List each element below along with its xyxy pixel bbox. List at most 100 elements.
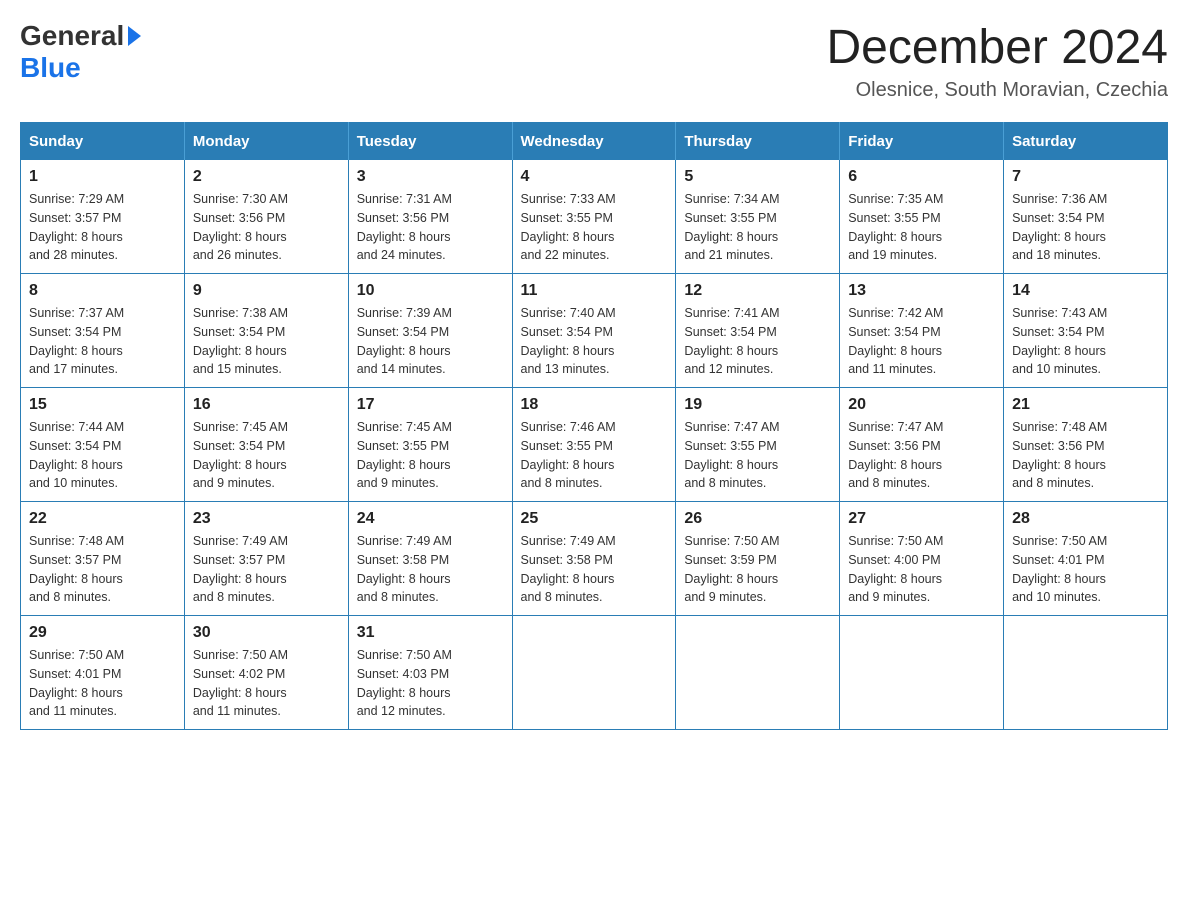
day-info: Sunrise: 7:29 AM Sunset: 3:57 PM Dayligh… [29,190,176,265]
day-number: 7 [1012,168,1159,186]
calendar-day-cell: 16 Sunrise: 7:45 AM Sunset: 3:54 PM Dayl… [184,388,348,502]
day-info: Sunrise: 7:47 AM Sunset: 3:56 PM Dayligh… [848,418,995,493]
logo-blue-text: Blue [20,52,81,84]
month-title: December 2024 [826,20,1168,75]
day-info: Sunrise: 7:45 AM Sunset: 3:54 PM Dayligh… [193,418,340,493]
day-of-week-header: Friday [840,123,1004,161]
title-block: December 2024 Olesnice, South Moravian, … [826,20,1168,102]
calendar-day-cell: 8 Sunrise: 7:37 AM Sunset: 3:54 PM Dayli… [21,274,185,388]
day-info: Sunrise: 7:41 AM Sunset: 3:54 PM Dayligh… [684,304,831,379]
calendar-day-cell: 31 Sunrise: 7:50 AM Sunset: 4:03 PM Dayl… [348,616,512,730]
day-info: Sunrise: 7:39 AM Sunset: 3:54 PM Dayligh… [357,304,504,379]
day-info: Sunrise: 7:30 AM Sunset: 3:56 PM Dayligh… [193,190,340,265]
calendar-day-cell: 12 Sunrise: 7:41 AM Sunset: 3:54 PM Dayl… [676,274,840,388]
day-number: 22 [29,510,176,528]
calendar-day-cell: 22 Sunrise: 7:48 AM Sunset: 3:57 PM Dayl… [21,502,185,616]
calendar-day-cell: 17 Sunrise: 7:45 AM Sunset: 3:55 PM Dayl… [348,388,512,502]
logo-general-text: General [20,20,124,52]
day-info: Sunrise: 7:50 AM Sunset: 4:03 PM Dayligh… [357,646,504,721]
day-number: 16 [193,396,340,414]
day-info: Sunrise: 7:49 AM Sunset: 3:58 PM Dayligh… [521,532,668,607]
calendar-header-row: SundayMondayTuesdayWednesdayThursdayFrid… [21,123,1168,161]
calendar-day-cell: 19 Sunrise: 7:47 AM Sunset: 3:55 PM Dayl… [676,388,840,502]
day-number: 30 [193,624,340,642]
calendar-week-row: 8 Sunrise: 7:37 AM Sunset: 3:54 PM Dayli… [21,274,1168,388]
day-number: 29 [29,624,176,642]
day-of-week-header: Thursday [676,123,840,161]
calendar-week-row: 22 Sunrise: 7:48 AM Sunset: 3:57 PM Dayl… [21,502,1168,616]
day-of-week-header: Sunday [21,123,185,161]
day-number: 18 [521,396,668,414]
day-info: Sunrise: 7:37 AM Sunset: 3:54 PM Dayligh… [29,304,176,379]
page-header: General Blue December 2024 Olesnice, Sou… [20,20,1168,102]
day-info: Sunrise: 7:46 AM Sunset: 3:55 PM Dayligh… [521,418,668,493]
day-number: 26 [684,510,831,528]
day-info: Sunrise: 7:47 AM Sunset: 3:55 PM Dayligh… [684,418,831,493]
calendar-day-cell: 23 Sunrise: 7:49 AM Sunset: 3:57 PM Dayl… [184,502,348,616]
day-info: Sunrise: 7:43 AM Sunset: 3:54 PM Dayligh… [1012,304,1159,379]
day-info: Sunrise: 7:49 AM Sunset: 3:58 PM Dayligh… [357,532,504,607]
day-info: Sunrise: 7:50 AM Sunset: 3:59 PM Dayligh… [684,532,831,607]
calendar-day-cell: 13 Sunrise: 7:42 AM Sunset: 3:54 PM Dayl… [840,274,1004,388]
day-info: Sunrise: 7:49 AM Sunset: 3:57 PM Dayligh… [193,532,340,607]
day-number: 11 [521,282,668,300]
day-number: 10 [357,282,504,300]
calendar-day-cell [676,616,840,730]
calendar-day-cell: 1 Sunrise: 7:29 AM Sunset: 3:57 PM Dayli… [21,160,185,274]
day-number: 1 [29,168,176,186]
day-number: 17 [357,396,504,414]
day-info: Sunrise: 7:48 AM Sunset: 3:57 PM Dayligh… [29,532,176,607]
calendar-day-cell: 5 Sunrise: 7:34 AM Sunset: 3:55 PM Dayli… [676,160,840,274]
day-info: Sunrise: 7:35 AM Sunset: 3:55 PM Dayligh… [848,190,995,265]
calendar-day-cell: 25 Sunrise: 7:49 AM Sunset: 3:58 PM Dayl… [512,502,676,616]
calendar-day-cell: 18 Sunrise: 7:46 AM Sunset: 3:55 PM Dayl… [512,388,676,502]
calendar-day-cell: 2 Sunrise: 7:30 AM Sunset: 3:56 PM Dayli… [184,160,348,274]
calendar-table: SundayMondayTuesdayWednesdayThursdayFrid… [20,122,1168,730]
day-number: 12 [684,282,831,300]
day-number: 2 [193,168,340,186]
day-number: 19 [684,396,831,414]
day-number: 21 [1012,396,1159,414]
day-of-week-header: Wednesday [512,123,676,161]
day-number: 31 [357,624,504,642]
location-text: Olesnice, South Moravian, Czechia [826,79,1168,102]
day-number: 28 [1012,510,1159,528]
day-number: 5 [684,168,831,186]
day-of-week-header: Saturday [1004,123,1168,161]
calendar-day-cell: 11 Sunrise: 7:40 AM Sunset: 3:54 PM Dayl… [512,274,676,388]
calendar-day-cell: 26 Sunrise: 7:50 AM Sunset: 3:59 PM Dayl… [676,502,840,616]
day-number: 13 [848,282,995,300]
day-info: Sunrise: 7:48 AM Sunset: 3:56 PM Dayligh… [1012,418,1159,493]
day-info: Sunrise: 7:50 AM Sunset: 4:01 PM Dayligh… [1012,532,1159,607]
day-info: Sunrise: 7:40 AM Sunset: 3:54 PM Dayligh… [521,304,668,379]
day-number: 15 [29,396,176,414]
calendar-day-cell: 29 Sunrise: 7:50 AM Sunset: 4:01 PM Dayl… [21,616,185,730]
day-number: 4 [521,168,668,186]
day-number: 6 [848,168,995,186]
calendar-day-cell: 6 Sunrise: 7:35 AM Sunset: 3:55 PM Dayli… [840,160,1004,274]
day-info: Sunrise: 7:42 AM Sunset: 3:54 PM Dayligh… [848,304,995,379]
day-info: Sunrise: 7:36 AM Sunset: 3:54 PM Dayligh… [1012,190,1159,265]
day-number: 23 [193,510,340,528]
calendar-day-cell: 9 Sunrise: 7:38 AM Sunset: 3:54 PM Dayli… [184,274,348,388]
day-number: 20 [848,396,995,414]
calendar-day-cell: 21 Sunrise: 7:48 AM Sunset: 3:56 PM Dayl… [1004,388,1168,502]
calendar-day-cell: 7 Sunrise: 7:36 AM Sunset: 3:54 PM Dayli… [1004,160,1168,274]
logo: General Blue [20,20,141,84]
day-info: Sunrise: 7:50 AM Sunset: 4:02 PM Dayligh… [193,646,340,721]
logo-arrow [126,26,141,46]
day-number: 3 [357,168,504,186]
day-number: 27 [848,510,995,528]
day-number: 8 [29,282,176,300]
day-info: Sunrise: 7:50 AM Sunset: 4:00 PM Dayligh… [848,532,995,607]
day-info: Sunrise: 7:45 AM Sunset: 3:55 PM Dayligh… [357,418,504,493]
calendar-day-cell: 4 Sunrise: 7:33 AM Sunset: 3:55 PM Dayli… [512,160,676,274]
calendar-day-cell [1004,616,1168,730]
calendar-day-cell: 20 Sunrise: 7:47 AM Sunset: 3:56 PM Dayl… [840,388,1004,502]
day-info: Sunrise: 7:44 AM Sunset: 3:54 PM Dayligh… [29,418,176,493]
calendar-day-cell: 24 Sunrise: 7:49 AM Sunset: 3:58 PM Dayl… [348,502,512,616]
calendar-day-cell: 15 Sunrise: 7:44 AM Sunset: 3:54 PM Dayl… [21,388,185,502]
day-info: Sunrise: 7:34 AM Sunset: 3:55 PM Dayligh… [684,190,831,265]
day-info: Sunrise: 7:38 AM Sunset: 3:54 PM Dayligh… [193,304,340,379]
calendar-week-row: 29 Sunrise: 7:50 AM Sunset: 4:01 PM Dayl… [21,616,1168,730]
